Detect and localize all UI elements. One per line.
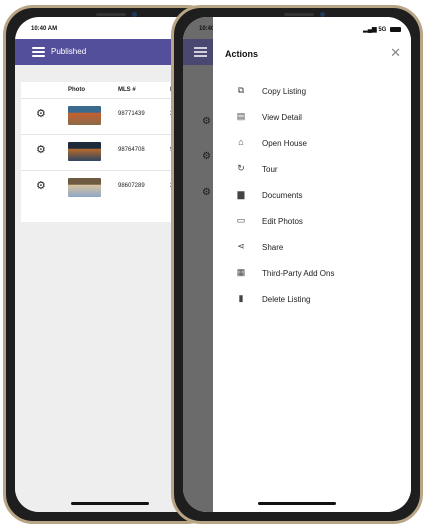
mls-number: 98607289	[118, 183, 145, 189]
menu-icon	[194, 47, 207, 57]
gear-icon[interactable]: ⚙	[36, 145, 46, 156]
action-label: Share	[262, 243, 284, 252]
action-item-tour[interactable]: ↻ Tour	[213, 157, 411, 183]
header-title: Published	[51, 47, 87, 56]
action-item-documents[interactable]: ▆ Documents	[213, 183, 411, 209]
gear-icon: ⚙	[202, 116, 211, 127]
action-label: Delete Listing	[262, 295, 311, 304]
gear-icon[interactable]: ⚙	[36, 109, 46, 120]
gear-icon: ⚙	[202, 151, 211, 162]
house-icon: ⌂	[238, 137, 244, 147]
actions-title: Actions	[225, 49, 259, 59]
action-item-copy-listing[interactable]: ⧉ Copy Listing	[213, 79, 411, 105]
action-item-share[interactable]: ⋖ Share	[213, 235, 411, 261]
gear-icon[interactable]: ⚙	[36, 181, 46, 192]
gear-icon: ⚙	[202, 187, 211, 198]
actions-sheet: ▂▄▆ 5G Actions ✕ ⧉ Copy Listing ▤ View Deta…	[213, 17, 411, 512]
action-label: Tour	[262, 165, 278, 174]
mls-number: 98764708	[118, 147, 145, 153]
add-ons-icon: ▦	[236, 267, 246, 277]
share-icon: ⋖	[237, 241, 245, 251]
phone-frame-right: ⚙ ⚙ ⚙ 10:40 AM ▂▄▆ 5G Actions ✕ ⧉Copy Li…	[171, 5, 423, 524]
network-status: ▂▄▆ 5G	[363, 26, 401, 33]
action-item-view-detail[interactable]: ▤ View Detail	[213, 105, 411, 131]
home-indicator	[258, 502, 336, 505]
dimmed-background[interactable]: ⚙ ⚙ ⚙	[183, 17, 213, 512]
action-item-open-house[interactable]: ⌂ Open House	[213, 131, 411, 157]
menu-icon[interactable]	[32, 47, 45, 57]
action-item-edit-photos[interactable]: ▭ Edit Photos	[213, 209, 411, 235]
photo-icon: ▭	[236, 215, 246, 225]
tour-icon: ↻	[237, 163, 245, 173]
action-label: Copy Listing	[262, 87, 307, 96]
action-label: Third-Party Add Ons	[262, 269, 335, 278]
close-icon[interactable]: ✕	[390, 46, 401, 59]
actions-screen: ⚙ ⚙ ⚙ 10:40 AM ▂▄▆ 5G Actions ✕ ⧉Copy Li…	[183, 17, 411, 512]
action-label: Edit Photos	[262, 217, 303, 226]
mls-number: 98771439	[118, 111, 145, 117]
signal-icon: ▂▄▆	[363, 27, 377, 33]
action-label: Documents	[262, 191, 303, 200]
copy-icon: ⧉	[237, 85, 245, 95]
action-label: Open House	[262, 139, 307, 148]
action-item-delete-listing[interactable]: ▮ Delete Listing	[213, 287, 411, 313]
network-label: 5G	[378, 27, 387, 33]
action-label: View Detail	[262, 113, 302, 122]
home-indicator	[71, 502, 149, 505]
listing-photo[interactable]	[68, 178, 101, 197]
view-detail-icon: ▤	[236, 111, 246, 121]
status-time: 10:40 AM	[31, 26, 58, 32]
listing-photo[interactable]	[68, 106, 101, 125]
listing-photo[interactable]	[68, 142, 101, 161]
battery-icon	[390, 26, 401, 32]
column-header-mls: MLS #	[118, 87, 136, 93]
trash-icon: ▮	[238, 293, 244, 303]
column-header-photo: Photo	[68, 87, 85, 93]
document-icon: ▆	[237, 189, 245, 199]
action-item-third-party-add-ons[interactable]: ▦ Third-Party Add Ons	[213, 261, 411, 287]
